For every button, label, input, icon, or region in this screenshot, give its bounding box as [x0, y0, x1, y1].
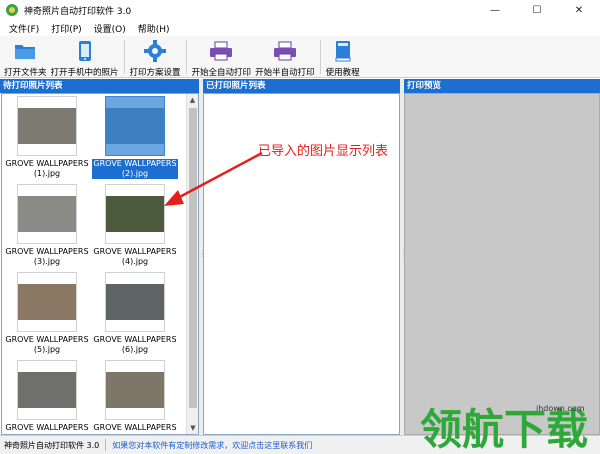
title-bar: 神奇照片自动打印软件 3.0 — ☐ ✕ — [0, 0, 600, 20]
toolbar-divider — [185, 40, 187, 74]
phone-icon — [73, 39, 97, 62]
caption-line: (6).jpg — [121, 345, 149, 354]
start-full-auto-print-button[interactable]: 开始全自动打印 — [190, 36, 254, 78]
status-divider — [105, 439, 107, 451]
thumbnail-caption: GROVE WALLPAPERS (6).jpg — [92, 335, 178, 355]
thumbnail-item[interactable]: GROVE WALLPAPERS (1).jpg — [4, 96, 90, 179]
pending-photo-list[interactable]: GROVE WALLPAPERS (1).jpg GROVE WALLPAPERS… — [1, 93, 199, 435]
vertical-scrollbar[interactable]: ▲ ▼ — [186, 94, 198, 434]
photo — [106, 108, 164, 144]
thumbnail-item[interactable]: GROVE WALLPAPERS (6).jpg — [92, 272, 178, 355]
start-full-auto-print-label: 开始全自动打印 — [191, 68, 252, 78]
photo — [18, 284, 76, 320]
thumbnail-image — [17, 272, 77, 332]
photo — [106, 284, 164, 320]
thumbnail-image — [17, 184, 77, 244]
window-controls: — ☐ ✕ — [474, 0, 600, 20]
scroll-down-icon[interactable]: ▼ — [187, 422, 199, 434]
caption-line: (4).jpg — [121, 257, 149, 266]
thumbnail-image — [17, 96, 77, 156]
menu-help[interactable]: 帮助(H) — [132, 22, 176, 35]
open-phone-photos-label: 打开手机中的照片 — [50, 68, 119, 78]
caption-line: GROVE WALLPAPERS — [5, 335, 89, 344]
photo — [106, 196, 164, 232]
photo — [18, 372, 76, 408]
open-folder-button[interactable]: 打开文件夹 — [2, 36, 49, 78]
toolbar-divider — [123, 40, 125, 74]
menu-settings[interactable]: 设置(O) — [88, 22, 132, 35]
photo — [18, 196, 76, 232]
thumbnail-caption: GROVE WALLPAPERS (3).jpg — [4, 247, 90, 267]
menu-file[interactable]: 文件(F) — [3, 22, 45, 35]
print-scheme-settings-label: 打印方案设置 — [129, 68, 181, 78]
watermark-site: ihdown.com — [536, 404, 585, 413]
printed-list-header: 已打印照片列表 — [203, 79, 400, 93]
toolbar: 打开文件夹 打开手机中的照片 打印方案设置 开始全自动打印 开始半自动打印 使用… — [0, 36, 600, 78]
scroll-up-icon[interactable]: ▲ — [187, 94, 198, 106]
toolbar-divider — [319, 40, 321, 74]
customization-contact-link[interactable]: 如果您对本软件有定制修改需求，欢迎点击这里联系我们 — [112, 440, 312, 451]
caption-line: GROVE WALLPAPERS — [5, 423, 89, 432]
thumbnail-grid: GROVE WALLPAPERS (1).jpg GROVE WALLPAPERS… — [2, 94, 188, 434]
printer-icon — [209, 39, 233, 62]
photo — [106, 372, 164, 408]
open-phone-photos-button[interactable]: 打开手机中的照片 — [49, 36, 121, 78]
book-icon — [331, 39, 355, 62]
tutorial-label: 使用教程 — [325, 68, 360, 78]
open-folder-label: 打开文件夹 — [4, 68, 47, 78]
print-scheme-settings-button[interactable]: 打印方案设置 — [128, 36, 183, 78]
folder-icon — [13, 39, 37, 62]
window-title: 神奇照片自动打印软件 3.0 — [24, 6, 132, 17]
caption-line: GROVE WALLPAPERS — [93, 247, 177, 256]
caption-line: GROVE WALLPAPERS — [5, 247, 89, 256]
pending-list-header: 待打印照片列表 — [0, 79, 199, 93]
thumbnail-image — [105, 184, 165, 244]
close-button[interactable]: ✕ — [558, 0, 600, 20]
thumbnail-item[interactable]: GROVE WALLPAPERS — [92, 360, 178, 433]
thumbnail-image — [105, 96, 165, 156]
thumbnail-caption: GROVE WALLPAPERS — [4, 423, 90, 433]
thumbnail-caption: GROVE WALLPAPERS (1).jpg — [4, 159, 90, 179]
caption-line: GROVE WALLPAPERS — [93, 335, 177, 344]
thumbnail-image — [105, 360, 165, 420]
app-icon — [6, 4, 18, 16]
thumbnail-item[interactable]: GROVE WALLPAPERS (3).jpg — [4, 184, 90, 267]
thumbnail-caption: GROVE WALLPAPERS (5).jpg — [4, 335, 90, 355]
print-preview-header: 打印预览 — [404, 79, 600, 93]
minimize-button[interactable]: — — [474, 0, 516, 20]
caption-line: (2).jpg — [121, 169, 149, 178]
thumbnail-caption: GROVE WALLPAPERS — [92, 423, 178, 433]
thumbnail-item[interactable]: GROVE WALLPAPERS — [4, 360, 90, 433]
tutorial-button[interactable]: 使用教程 — [324, 36, 362, 78]
caption-line: (3).jpg — [33, 257, 61, 266]
thumbnail-image — [17, 360, 77, 420]
maximize-button[interactable]: ☐ — [516, 0, 558, 20]
menu-print[interactable]: 打印(P) — [45, 22, 87, 35]
start-semi-auto-print-button[interactable]: 开始半自动打印 — [253, 36, 317, 78]
print-preview-area — [404, 93, 600, 435]
thumbnail-item[interactable]: GROVE WALLPAPERS (5).jpg — [4, 272, 90, 355]
caption-line: GROVE WALLPAPERS — [93, 423, 177, 432]
caption-line: (5).jpg — [33, 345, 61, 354]
caption-line: GROVE WALLPAPERS — [5, 159, 89, 168]
thumbnail-image — [105, 272, 165, 332]
annotation-text: 已导入的图片显示列表 — [258, 144, 389, 159]
printer-icon — [273, 39, 297, 62]
status-app-name: 神奇照片自动打印软件 3.0 — [4, 440, 100, 450]
menu-bar: 文件(F) 打印(P) 设置(O) 帮助(H) — [0, 20, 600, 36]
caption-line: (1).jpg — [33, 169, 61, 178]
start-semi-auto-print-label: 开始半自动打印 — [255, 68, 315, 78]
thumbnail-caption: GROVE WALLPAPERS (4).jpg — [92, 247, 178, 267]
annotation-arrow — [164, 151, 263, 206]
photo — [18, 108, 76, 144]
gear-icon — [143, 39, 167, 62]
